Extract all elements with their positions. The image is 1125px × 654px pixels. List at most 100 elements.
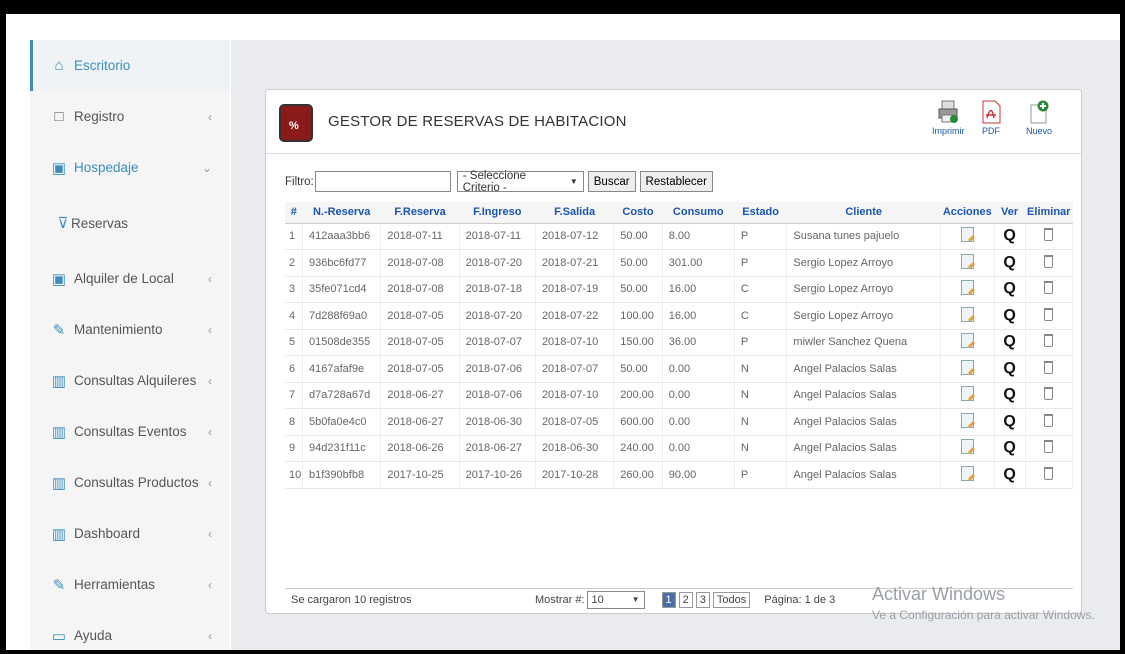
table-cell: 90.00 bbox=[662, 461, 735, 489]
delete-action[interactable] bbox=[1025, 329, 1073, 356]
edit-action[interactable] bbox=[940, 249, 995, 277]
sidebar-item-alquiler-local[interactable]: ▣ Alquiler de Local ‹ bbox=[30, 253, 230, 304]
column-header[interactable]: N.-Reserva bbox=[302, 202, 381, 224]
view-action[interactable]: Q bbox=[994, 408, 1026, 436]
column-header[interactable]: Cliente bbox=[786, 202, 941, 224]
column-header[interactable]: Estado bbox=[734, 202, 787, 224]
edit-action[interactable] bbox=[940, 276, 995, 303]
page-button-1[interactable]: 1 bbox=[661, 591, 676, 608]
add-document-icon bbox=[1030, 100, 1049, 124]
view-action[interactable]: Q bbox=[994, 276, 1026, 303]
chevron-left-icon: ‹ bbox=[208, 628, 212, 643]
delete-action[interactable] bbox=[1025, 408, 1073, 436]
view-action[interactable]: Q bbox=[994, 382, 1026, 409]
delete-action[interactable] bbox=[1025, 355, 1073, 383]
table-cell: 2018-07-20 bbox=[459, 249, 536, 277]
sidebar-item-consultas-eventos[interactable]: ▥ Consultas Eventos ‹ bbox=[30, 406, 230, 457]
table-cell: 4167afaf9e bbox=[302, 355, 382, 383]
reset-button[interactable]: Restablecer bbox=[639, 171, 713, 192]
table-cell: 7 bbox=[285, 382, 304, 409]
filter-input[interactable] bbox=[314, 171, 451, 192]
delete-action[interactable] bbox=[1025, 435, 1073, 462]
sidebar-item-registro[interactable]: □ Registro ‹ bbox=[30, 91, 230, 142]
table-cell: 2018-06-30 bbox=[535, 435, 615, 462]
view-action[interactable]: Q bbox=[994, 302, 1026, 330]
sidebar-item-herramientas[interactable]: ✎ Herramientas ‹ bbox=[30, 559, 230, 610]
show-count-select[interactable]: 10 ▼ bbox=[586, 590, 645, 609]
view-action[interactable]: Q bbox=[994, 435, 1026, 462]
reservations-table: # N.-Reserva F.Reserva F.Ingreso F.Salid… bbox=[285, 202, 1073, 489]
table-cell: miwler Sanchez Quena bbox=[786, 329, 941, 356]
cart-icon: ⊽ bbox=[57, 215, 69, 232]
table-cell: 01508de355 bbox=[302, 329, 382, 356]
table-cell: 8 bbox=[285, 408, 304, 436]
table-cell: 2017-10-28 bbox=[535, 461, 615, 489]
table-cell: C bbox=[734, 302, 788, 330]
sidebar-item-consultas-productos[interactable]: ▥ Consultas Productos ‹ bbox=[30, 457, 230, 508]
delete-action[interactable] bbox=[1025, 249, 1073, 277]
column-header[interactable]: # bbox=[285, 202, 303, 224]
edit-action[interactable] bbox=[940, 461, 995, 489]
table-cell: Angel Palacios Salas bbox=[786, 382, 941, 409]
column-header: Ver bbox=[994, 202, 1025, 224]
sidebar-item-mantenimiento[interactable]: ✎ Mantenimiento ‹ bbox=[30, 304, 230, 355]
view-action[interactable]: Q bbox=[994, 249, 1026, 277]
delete-action[interactable] bbox=[1025, 382, 1073, 409]
sidebar-item-dashboard[interactable]: ▥ Dashboard ‹ bbox=[30, 508, 230, 559]
delete-action[interactable] bbox=[1025, 223, 1073, 250]
table-cell: 5b0fa0e4c0 bbox=[302, 408, 382, 436]
sidebar-item-escritorio[interactable]: ⌂ Escritorio bbox=[30, 40, 230, 91]
column-header[interactable]: Consumo bbox=[662, 202, 735, 224]
edit-action[interactable] bbox=[940, 435, 995, 462]
table-cell: 100.00 bbox=[613, 302, 663, 330]
table-cell: 2018-06-27 bbox=[380, 408, 460, 436]
column-header[interactable]: Costo bbox=[613, 202, 663, 224]
filter-label: Filtro: bbox=[285, 175, 314, 188]
sidebar-item-reservas[interactable]: ⊽ Reservas bbox=[30, 193, 230, 253]
table-row: 6 4167afaf9e 2018-07-05 2018-07-06 2018-07-0… bbox=[285, 355, 1073, 383]
page-button-2[interactable]: 2 bbox=[678, 591, 693, 608]
table-cell: 2 bbox=[285, 249, 304, 277]
table-cell: 2018-07-08 bbox=[380, 249, 460, 277]
criteria-select[interactable]: - Seleccione Criterio - ▼ bbox=[456, 170, 584, 194]
windows-watermark-subtitle: Ve a Configuración para activar Windows. bbox=[872, 608, 1095, 622]
page-button-3[interactable]: 3 bbox=[695, 591, 710, 608]
view-icon: Q bbox=[1003, 439, 1016, 457]
column-header[interactable]: F.Salida bbox=[535, 202, 614, 224]
table-cell: 2018-07-21 bbox=[535, 249, 615, 277]
show-all-button[interactable]: Todos bbox=[712, 591, 751, 608]
print-button[interactable]: Imprimir bbox=[932, 100, 965, 136]
view-action[interactable]: Q bbox=[994, 461, 1026, 489]
trash-icon bbox=[1044, 387, 1054, 401]
delete-action[interactable] bbox=[1025, 276, 1073, 303]
edit-action[interactable] bbox=[940, 408, 995, 436]
view-action[interactable]: Q bbox=[994, 223, 1026, 250]
column-header[interactable]: F.Ingreso bbox=[459, 202, 536, 224]
delete-action[interactable] bbox=[1025, 302, 1073, 330]
column-header[interactable]: F.Reserva bbox=[380, 202, 460, 224]
bar-chart-icon: ▥ bbox=[51, 423, 67, 441]
edit-action[interactable] bbox=[940, 302, 995, 330]
sidebar-item-consultas-alquileres[interactable]: ▥ Consultas Alquileres ‹ bbox=[30, 355, 230, 406]
sidebar-item-label: Consultas Alquileres bbox=[74, 373, 197, 388]
table-cell: 2018-07-08 bbox=[380, 276, 460, 303]
view-action[interactable]: Q bbox=[994, 355, 1026, 383]
sidebar-item-ayuda[interactable]: ▭ Ayuda ‹ bbox=[30, 610, 230, 650]
sidebar-item-hospedaje[interactable]: ▣ Hospedaje ⌄ bbox=[30, 142, 230, 193]
edit-action[interactable] bbox=[940, 355, 995, 383]
view-icon: Q bbox=[1003, 333, 1016, 351]
pdf-button[interactable]: PDF bbox=[980, 100, 1002, 136]
search-button[interactable]: Buscar bbox=[587, 171, 636, 192]
view-action[interactable]: Q bbox=[994, 329, 1026, 356]
table-cell: N bbox=[734, 382, 788, 409]
edit-action[interactable] bbox=[940, 329, 995, 356]
delete-action[interactable] bbox=[1025, 461, 1073, 489]
folder-icon: □ bbox=[54, 108, 64, 125]
edit-action[interactable] bbox=[940, 382, 995, 409]
new-button[interactable]: Nuevo bbox=[1026, 100, 1052, 136]
table-row: 1 412aaa3bb6 2018-07-11 2018-07-11 2018-07-1… bbox=[285, 223, 1073, 250]
table-cell: 16.00 bbox=[662, 302, 735, 330]
table-cell: Angel Palacios Salas bbox=[786, 461, 941, 489]
view-icon: Q bbox=[1003, 253, 1016, 271]
edit-action[interactable] bbox=[940, 223, 995, 250]
